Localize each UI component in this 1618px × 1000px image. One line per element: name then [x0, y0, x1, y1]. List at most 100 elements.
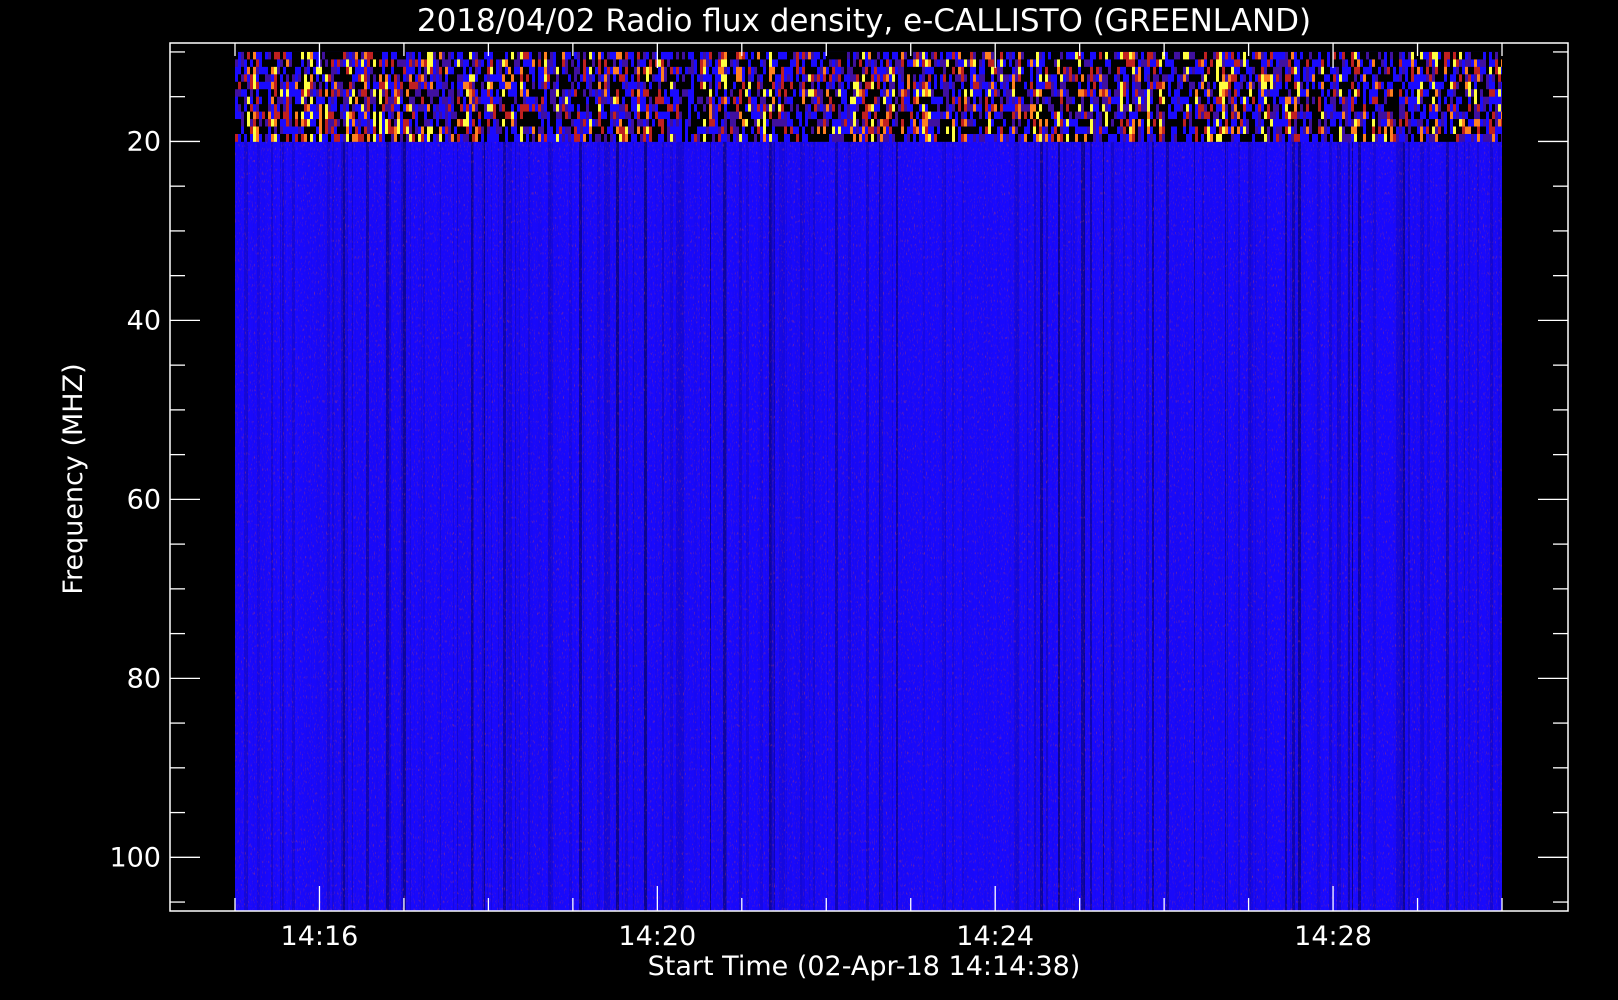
band-cell: [679, 96, 682, 105]
band-cell: [976, 104, 979, 113]
band-cell: [391, 104, 394, 113]
band-cell: [922, 96, 925, 105]
band-cell: [1171, 126, 1174, 135]
band-cell: [484, 111, 487, 120]
band-cell: [568, 66, 571, 75]
band-cell: [517, 74, 520, 83]
band-cell: [601, 81, 604, 90]
band-cell: [610, 59, 613, 68]
band-cell: [685, 126, 688, 135]
band-cell: [1291, 89, 1294, 98]
band-cell: [961, 104, 964, 113]
band-cell: [814, 111, 817, 120]
band-cell: [811, 59, 814, 68]
band-cell: [625, 133, 628, 142]
band-cell: [262, 66, 265, 75]
band-cell: [1057, 59, 1060, 68]
band-cell: [550, 74, 553, 83]
band-cell: [595, 59, 598, 68]
band-cell: [586, 126, 589, 135]
band-cell: [715, 74, 718, 83]
band-cell: [466, 104, 469, 113]
band-cell: [367, 96, 370, 105]
band-cell: [1141, 126, 1144, 135]
band-cell: [1294, 133, 1297, 142]
band-cell: [553, 133, 556, 142]
band-cell: [703, 119, 706, 127]
band-cell: [826, 104, 829, 113]
band-cell: [961, 59, 964, 68]
band-cell: [436, 66, 439, 75]
band-cell: [949, 96, 952, 105]
band-cell: [352, 81, 355, 90]
band-cell: [286, 59, 289, 68]
band-cell: [1027, 119, 1030, 127]
band-cell: [1159, 126, 1162, 135]
band-cell: [367, 111, 370, 120]
band-cell: [865, 74, 868, 83]
band-cell: [790, 81, 793, 90]
band-cell: [1048, 111, 1051, 120]
band-cell: [907, 74, 910, 83]
band-cell: [865, 111, 868, 120]
band-cell: [964, 66, 967, 75]
band-cell: [1039, 126, 1042, 135]
band-cell: [1324, 96, 1327, 105]
band-cell: [679, 74, 682, 83]
band-cell: [871, 96, 874, 105]
band-cell: [1315, 133, 1318, 142]
band-cell: [778, 51, 781, 60]
band-cell: [1132, 111, 1135, 120]
band-cell: [1057, 104, 1060, 113]
band-cell: [466, 74, 469, 83]
band-cell: [1129, 59, 1132, 68]
band-cell: [376, 81, 379, 90]
band-cell: [364, 74, 367, 83]
band-cell: [886, 96, 889, 105]
band-cell: [679, 104, 682, 113]
band-cell: [784, 74, 787, 83]
band-cell: [544, 119, 547, 127]
band-cell: [733, 126, 736, 135]
band-cell: [1096, 89, 1099, 98]
band-cell: [355, 59, 358, 68]
band-cell: [1006, 111, 1009, 120]
band-cell: [1228, 81, 1231, 90]
band-cell: [1270, 126, 1273, 135]
band-cell: [1003, 133, 1006, 142]
band-cell: [724, 133, 727, 142]
band-cell: [997, 89, 1000, 98]
band-cell: [469, 66, 472, 75]
band-cell: [448, 126, 451, 135]
band-cell: [385, 104, 388, 113]
band-cell: [379, 119, 382, 127]
band-cell: [436, 51, 439, 60]
band-cell: [544, 111, 547, 120]
band-cell: [1117, 74, 1120, 83]
band-cell: [1087, 104, 1090, 113]
band-cell: [901, 81, 904, 90]
band-cell: [1174, 119, 1177, 127]
band-cell: [985, 59, 988, 68]
band-cell: [628, 74, 631, 83]
band-cell: [730, 111, 733, 120]
band-cell: [763, 126, 766, 135]
band-cell: [766, 51, 769, 60]
band-cell: [1279, 51, 1282, 60]
band-cell: [274, 126, 277, 135]
band-cell: [706, 59, 709, 68]
band-cell: [262, 104, 265, 113]
band-cell: [1147, 96, 1150, 105]
band-cell: [862, 59, 865, 68]
band-cell: [379, 104, 382, 113]
band-cell: [1261, 89, 1264, 98]
band-cell: [1126, 74, 1129, 83]
band-cell: [628, 133, 631, 142]
band-cell: [349, 119, 352, 127]
band-cell: [406, 104, 409, 113]
band-cell: [418, 81, 421, 90]
band-cell: [847, 74, 850, 83]
band-cell: [973, 74, 976, 83]
band-cell: [1315, 119, 1318, 127]
band-cell: [445, 119, 448, 127]
